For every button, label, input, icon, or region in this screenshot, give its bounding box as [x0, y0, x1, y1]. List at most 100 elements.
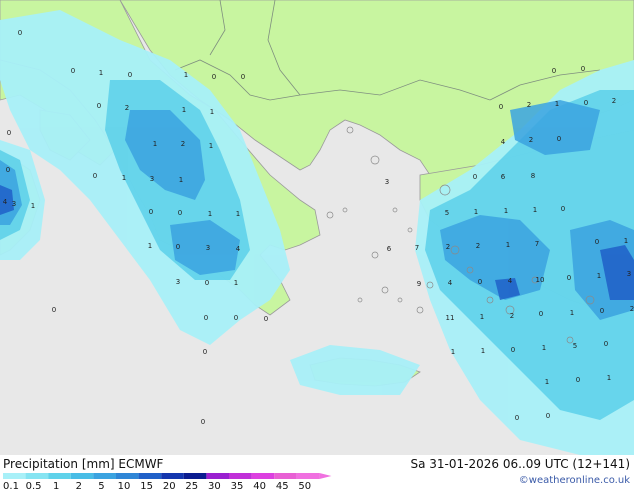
value-label: 2	[612, 97, 616, 105]
legend-tick-label: 5	[98, 481, 104, 490]
map-title: Precipitation [mm] ECMWF	[3, 457, 164, 471]
value-label: 1	[208, 210, 212, 218]
value-label: 0	[7, 129, 11, 137]
legend-swatch	[138, 473, 162, 479]
value-label: 1	[624, 237, 628, 245]
precipitation-map: 0 0 1 0 1 0 0 0 2 1 1 0 1 2 1 0 0 1 3 1 …	[0, 0, 634, 455]
value-label: 3	[150, 175, 154, 183]
value-label: 0	[97, 102, 101, 110]
footer: Precipitation [mm] ECMWF Sa 31-01-2026 0…	[0, 455, 634, 490]
legend-swatch	[206, 473, 229, 479]
value-label: 0	[478, 278, 482, 286]
value-label: 1	[542, 344, 546, 352]
valid-time: Sa 31-01-2026 06..09 UTC (12+141)	[410, 457, 630, 471]
value-label: 3	[385, 178, 389, 186]
value-label: 3	[627, 270, 631, 278]
legend-swatch	[48, 473, 71, 479]
legend-tick-label: 20	[163, 481, 176, 490]
value-label: 2	[476, 242, 480, 250]
legend-swatch	[70, 473, 94, 479]
value-label: 1	[179, 176, 183, 184]
value-label: 0	[52, 306, 56, 314]
value-label: 7	[415, 244, 419, 252]
value-label: 1	[607, 374, 611, 382]
value-label: 1	[480, 313, 484, 321]
value-label: 1	[597, 272, 601, 280]
value-label: 1	[555, 100, 559, 108]
value-label: 0	[557, 135, 561, 143]
value-label: 0	[212, 73, 216, 81]
value-label: 0	[567, 274, 571, 282]
value-label: 2	[181, 140, 185, 148]
value-label: 0	[264, 315, 268, 323]
value-label: 4	[236, 245, 241, 253]
legend-tick-label: 0.5	[26, 481, 42, 490]
value-label: 1	[451, 348, 455, 356]
value-label: 10	[536, 276, 545, 284]
legend-swatch	[3, 473, 26, 479]
value-label: 0	[499, 103, 503, 111]
legend-swatch	[274, 473, 297, 479]
value-label: 0	[511, 346, 515, 354]
value-label: 0	[546, 412, 550, 420]
value-label: 0	[176, 243, 180, 251]
value-label: 0	[149, 208, 153, 216]
value-label: 1	[209, 142, 213, 150]
legend-tick-label: 0.1	[3, 481, 19, 490]
value-label: 2	[630, 305, 634, 313]
value-label: 6	[501, 173, 506, 181]
value-label: 4	[508, 277, 513, 285]
value-label: 0	[604, 340, 608, 348]
value-label: 9	[417, 280, 421, 288]
value-label: 1	[99, 69, 103, 77]
legend-tick-label: 35	[231, 481, 244, 490]
value-label: 1	[474, 208, 478, 216]
value-label: 1	[184, 71, 188, 79]
value-label: 3	[206, 244, 210, 252]
value-label: 8	[531, 172, 535, 180]
value-label: 1	[236, 210, 240, 218]
value-label: 4	[448, 279, 453, 287]
value-label: 0	[204, 314, 208, 322]
legend-swatch	[161, 473, 184, 479]
value-label: 2	[125, 104, 129, 112]
value-label: 1	[570, 309, 574, 317]
value-label: 0	[576, 376, 580, 384]
value-label: 0	[205, 279, 209, 287]
value-label: 0	[241, 73, 245, 81]
value-label: 1	[234, 279, 238, 287]
value-label: 1	[31, 202, 35, 210]
value-label: 1	[506, 241, 510, 249]
value-label: 4	[501, 138, 506, 146]
value-label: 2	[510, 312, 514, 320]
value-label: 1	[182, 106, 186, 114]
legend-swatch	[251, 473, 275, 479]
legend-tick-label: 50	[298, 481, 311, 490]
value-label: 0	[234, 314, 238, 322]
legend-swatch	[25, 473, 49, 479]
value-label: 0	[203, 348, 207, 356]
value-label: 11	[446, 314, 455, 322]
value-label: 3	[176, 278, 180, 286]
value-label: 4	[3, 198, 8, 206]
value-label: 0	[93, 172, 97, 180]
value-label: 5	[445, 209, 449, 217]
legend-swatch	[116, 473, 139, 479]
value-label: 0	[18, 29, 22, 37]
legend-tick-label: 10	[118, 481, 131, 490]
legend-tick-label: 1	[53, 481, 59, 490]
legend-swatch	[296, 473, 320, 479]
value-label: 0	[561, 205, 565, 213]
value-label: 6	[387, 245, 392, 253]
value-label: 7	[535, 240, 539, 248]
value-label: 0	[584, 99, 588, 107]
value-label: 0	[6, 166, 10, 174]
value-label: 0	[595, 238, 599, 246]
legend-tick-label: 15	[140, 481, 153, 490]
value-label: 0	[581, 65, 585, 73]
value-label: 0	[515, 414, 519, 422]
credit-link[interactable]: ©weatheronline.co.uk	[519, 475, 630, 486]
legend-swatch	[183, 473, 207, 479]
value-label: 0	[473, 173, 477, 181]
legend-tick-label: 2	[76, 481, 82, 490]
